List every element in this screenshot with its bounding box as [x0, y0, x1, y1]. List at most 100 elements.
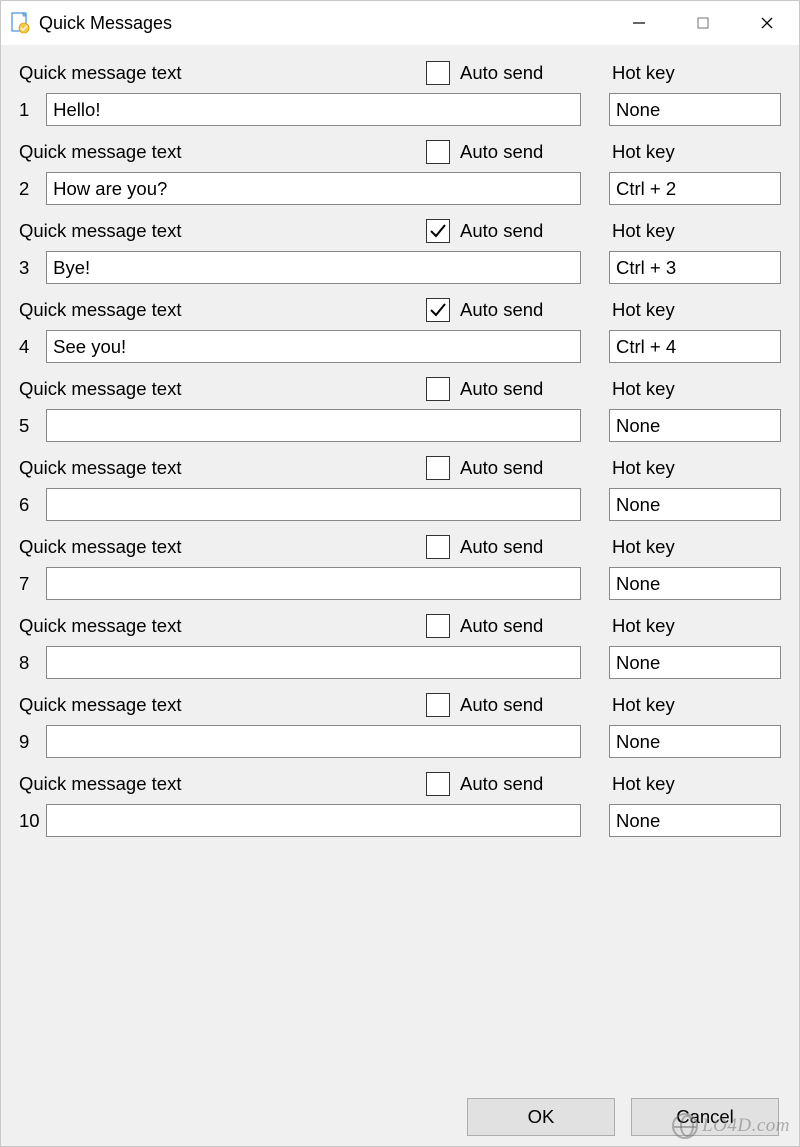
auto-send-checkbox[interactable] [426, 61, 450, 85]
hot-key-label: Hot key [612, 220, 675, 242]
auto-send-group: Auto send [254, 693, 604, 717]
auto-send-label: Auto send [460, 378, 543, 400]
message-row: Quick message text Auto send Hot key 1 [19, 59, 781, 126]
hot-key-label: Hot key [612, 615, 675, 637]
auto-send-group: Auto send [254, 377, 604, 401]
row-number: 6 [19, 494, 46, 516]
message-text-label: Quick message text [19, 62, 254, 84]
auto-send-label: Auto send [460, 220, 543, 242]
row-inputs: 8 [19, 646, 781, 679]
auto-send-label: Auto send [460, 694, 543, 716]
auto-send-group: Auto send [254, 456, 604, 480]
message-input[interactable] [46, 251, 581, 284]
row-labels: Quick message textAuto sendHot key [19, 217, 781, 245]
hot-key-label: Hot key [612, 773, 675, 795]
row-number: 2 [19, 178, 46, 200]
row-number: 3 [19, 257, 46, 279]
close-button[interactable] [735, 1, 799, 45]
message-input[interactable] [46, 725, 581, 758]
row-number: 4 [19, 336, 46, 358]
row-number: 5 [19, 415, 46, 437]
hot-key-label: Hot key [612, 299, 675, 321]
message-input[interactable] [46, 567, 581, 600]
message-input[interactable] [46, 646, 581, 679]
message-input[interactable] [46, 488, 581, 521]
auto-send-checkbox[interactable] [426, 535, 450, 559]
auto-send-checkbox[interactable] [426, 140, 450, 164]
row-labels: Quick message text Auto send Hot key [19, 296, 781, 324]
hotkey-input[interactable] [609, 330, 781, 363]
message-text-label: Quick message text [19, 773, 254, 795]
hotkey-input[interactable] [609, 93, 781, 126]
auto-send-checkbox[interactable] [426, 377, 450, 401]
row-labels: Quick message text Auto send Hot key [19, 770, 781, 798]
auto-send-label: Auto send [460, 62, 543, 84]
row-inputs: 1 [19, 93, 781, 126]
auto-send-group: Auto send [254, 219, 604, 243]
message-input[interactable] [46, 409, 581, 442]
row-labels: Quick message text Auto send Hot key [19, 59, 781, 87]
message-row: Quick message textAuto sendHot key9 [19, 691, 781, 758]
row-inputs: 7 [19, 567, 781, 600]
hotkey-input[interactable] [609, 409, 781, 442]
hot-key-label: Hot key [612, 141, 675, 163]
row-inputs: 5 [19, 409, 781, 442]
hotkey-input[interactable] [609, 172, 781, 205]
hotkey-input[interactable] [609, 725, 781, 758]
hotkey-input[interactable] [609, 567, 781, 600]
ok-button[interactable]: OK [467, 1098, 615, 1136]
auto-send-group: Auto send [254, 772, 604, 796]
message-input[interactable] [46, 330, 581, 363]
auto-send-checkbox[interactable] [426, 693, 450, 717]
row-inputs: 4 [19, 330, 781, 363]
hotkey-input[interactable] [609, 488, 781, 521]
auto-send-checkbox[interactable] [426, 772, 450, 796]
hotkey-input[interactable] [609, 804, 781, 837]
auto-send-group: Auto send [254, 61, 604, 85]
message-row: Quick message textAuto sendHot key 6 [19, 454, 781, 521]
row-labels: Quick message textAuto sendHot key [19, 375, 781, 403]
message-row: Quick message textAuto send Hot key 8 [19, 612, 781, 679]
message-input[interactable] [46, 172, 581, 205]
auto-send-group: Auto send [254, 614, 604, 638]
auto-send-label: Auto send [460, 773, 543, 795]
maximize-button[interactable] [671, 1, 735, 45]
cancel-button[interactable]: Cancel [631, 1098, 779, 1136]
auto-send-checkbox[interactable] [426, 298, 450, 322]
hot-key-label: Hot key [612, 536, 675, 558]
auto-send-checkbox[interactable] [426, 219, 450, 243]
row-labels: Quick message text Auto send Hot key [19, 691, 781, 719]
auto-send-label: Auto send [460, 536, 543, 558]
message-text-label: Quick message text [19, 299, 254, 321]
auto-send-checkbox[interactable] [426, 456, 450, 480]
hot-key-label: Hot key [612, 694, 675, 716]
message-text-label: Quick message text [19, 141, 254, 163]
dialog-buttons: OK Cancel [19, 1098, 781, 1136]
message-input[interactable] [46, 804, 581, 837]
row-labels: Quick message textAuto send Hot key [19, 612, 781, 640]
auto-send-label: Auto send [460, 299, 543, 321]
hot-key-label: Hot key [612, 62, 675, 84]
minimize-button[interactable] [607, 1, 671, 45]
hotkey-input[interactable] [609, 251, 781, 284]
message-text-label: Quick message text [19, 694, 254, 716]
titlebar: Quick Messages [1, 1, 799, 45]
row-inputs: 2 [19, 172, 781, 205]
app-icon [9, 12, 31, 34]
message-row: Quick message text Auto send Hot key 4 [19, 296, 781, 363]
hotkey-input[interactable] [609, 646, 781, 679]
row-labels: Quick message textAuto sendHot key [19, 533, 781, 561]
row-inputs: 10 [19, 804, 781, 837]
message-input[interactable] [46, 93, 581, 126]
window-title: Quick Messages [39, 13, 607, 34]
row-number: 8 [19, 652, 46, 674]
auto-send-label: Auto send [460, 457, 543, 479]
client-area: Quick message textAuto sendHot key1Quick… [1, 45, 799, 1146]
message-row: Quick message textAuto sendHot key2 [19, 138, 781, 205]
message-text-label: Quick message text [19, 615, 254, 637]
auto-send-checkbox[interactable] [426, 614, 450, 638]
window-controls [607, 1, 799, 45]
auto-send-group: Auto send [254, 535, 604, 559]
row-labels: Quick message textAuto sendHot key [19, 454, 781, 482]
row-inputs: 6 [19, 488, 781, 521]
